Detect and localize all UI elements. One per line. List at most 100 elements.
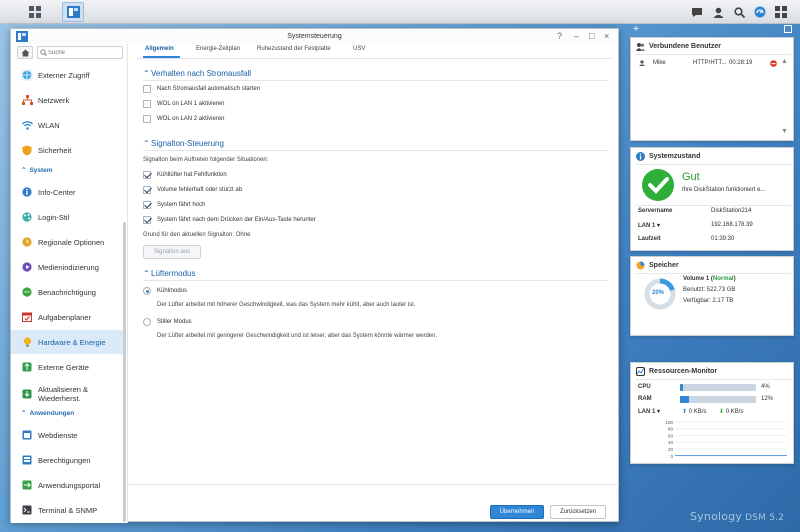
section-beep-control-header[interactable]: ⌃Signalton-Steuerung <box>143 139 224 148</box>
sidebar-item-label: Benachrichtigung <box>38 287 96 297</box>
sidebar-item-security[interactable]: Sicherheit <box>11 138 124 162</box>
widget-title: Systemzustand <box>636 152 700 161</box>
lan-selector[interactable]: LAN 1 ▾ <box>638 408 660 415</box>
sidebar-item-update-restore[interactable]: Aktualisieren & Wiederherst. <box>11 380 124 408</box>
globe-clock-icon <box>21 236 33 248</box>
minimize-button[interactable]: – <box>574 31 579 41</box>
control-panel-window: Systemsteuerung ? – □ × Externer Zugriff… <box>10 28 619 523</box>
maximize-button[interactable]: □ <box>589 31 594 41</box>
chart-tick-label: 80 <box>668 427 674 432</box>
sidebar-item-regional-options[interactable]: Regionale Optionen <box>11 230 124 254</box>
sidebar-item-label: Regionale Optionen <box>38 237 105 247</box>
user-icon <box>713 7 723 18</box>
uptime-value: 01:39:30 <box>711 236 735 242</box>
sidebar-item-external-access[interactable]: Externer Zugriff <box>11 63 124 87</box>
update-icon <box>21 388 33 400</box>
widgets-toggle-button[interactable] <box>751 3 769 21</box>
notifications-button[interactable] <box>688 3 706 21</box>
auto-restart-checkbox[interactable] <box>143 85 151 93</box>
help-button[interactable]: ? <box>557 31 562 41</box>
fan-quiet-mode-option[interactable]: Stiller Modus <box>143 318 192 326</box>
sidebar-item-network[interactable]: Netzwerk <box>11 88 124 112</box>
sidebar-item-hardware-power[interactable]: Hardware & Energie <box>11 330 124 354</box>
home-icon <box>21 49 29 56</box>
sidebar-item-label: Aufgabenplaner <box>38 312 91 322</box>
beep-startup-checkbox[interactable] <box>143 201 151 209</box>
sidebar-item-label: Info-Center <box>38 187 76 197</box>
network-icon <box>21 94 33 106</box>
control-panel-taskbar-button[interactable] <box>62 2 84 22</box>
wol-lan2-checkbox[interactable] <box>143 115 151 123</box>
widget-divider <box>635 379 791 380</box>
fan-cool-mode-radio[interactable] <box>143 287 151 295</box>
add-widget-button[interactable]: + <box>633 24 639 35</box>
connected-user-time: 00:28:19 <box>729 60 753 66</box>
beep-shutdown-checkbox[interactable] <box>143 216 151 224</box>
sidebar-section-applications[interactable]: ⌃ Anwendungen <box>21 409 74 417</box>
beep-off-button[interactable]: Signalton aus <box>143 245 201 259</box>
section-fan-mode-header[interactable]: ⌃Lüftermodus <box>143 269 195 278</box>
main-menu-button[interactable] <box>24 2 46 22</box>
window-title[interactable]: Systemsteuerung <box>11 29 618 44</box>
sidebar-item-terminal-snmp[interactable]: Terminal & SNMP <box>11 498 124 522</box>
beep-volume-crash-option[interactable]: Volume fehlerhaft oder stürzt ab <box>143 186 242 194</box>
close-button[interactable]: × <box>604 31 609 41</box>
widget-divider <box>635 164 791 165</box>
reset-button[interactable]: Zurücksetzen <box>550 505 606 519</box>
sidebar-item-info-center[interactable]: Info-Center <box>11 180 124 204</box>
fan-cool-mode-option[interactable]: Kühlmodus <box>143 287 187 295</box>
ram-value: 12% <box>761 396 774 402</box>
sidebar-item-wlan[interactable]: WLAN <box>11 113 124 137</box>
sidebar-item-application-portal[interactable]: Anwendungsportal <box>11 473 124 497</box>
sidebar-item-media-indexing[interactable]: Medienindizierung <box>11 255 124 279</box>
widget-title: Speicher <box>636 261 679 270</box>
sidebar-scrollbar[interactable] <box>123 222 126 522</box>
scroll-up-icon[interactable]: ▲ <box>781 58 788 65</box>
sidebar-item-notifications[interactable]: Benachrichtigung <box>11 280 124 304</box>
search-button[interactable] <box>730 3 748 21</box>
wol-lan1-option[interactable]: WOL on LAN 1 aktivieren <box>143 100 224 108</box>
chevron-down-icon: ⌃ <box>21 167 27 174</box>
sidebar-item-external-devices[interactable]: Externe Geräte <box>11 355 124 379</box>
user-button[interactable] <box>709 3 727 21</box>
widget-connected-users: Verbundene Benutzer Mike HTTP/HTT... 00:… <box>630 37 794 141</box>
home-button[interactable] <box>17 46 33 59</box>
sidebar-item-task-scheduler[interactable]: Aufgabenplaner <box>11 305 124 329</box>
widget-maximize-button[interactable] <box>784 25 792 33</box>
widget-resource-monitor: Ressourcen-Monitor CPU 4% RAM 12% LAN 1 … <box>630 362 794 464</box>
tab-general[interactable]: Allgemein <box>145 46 174 52</box>
shield-icon <box>21 144 33 156</box>
download-rate: ⬇ 0 KB/s <box>719 409 744 415</box>
sidebar-item-web-services[interactable]: Webdienste <box>11 423 124 447</box>
sidebar-item-permissions[interactable]: Berechtigungen <box>11 448 124 472</box>
beep-reason-text: Grund für den aktuellen Signalton: Ohne <box>143 232 251 238</box>
section-power-recovery-header[interactable]: ⌃Verhalten nach Stromausfall <box>143 69 251 78</box>
beep-fan-fail-checkbox[interactable] <box>143 171 151 179</box>
fan-quiet-mode-radio[interactable] <box>143 318 151 326</box>
portal-icon <box>21 479 33 491</box>
wol-lan1-checkbox[interactable] <box>143 100 151 108</box>
auto-restart-option[interactable]: Nach Stromausfall automatisch starten <box>143 85 260 93</box>
beep-volume-crash-checkbox[interactable] <box>143 186 151 194</box>
search-input[interactable] <box>48 48 120 58</box>
cpu-label: CPU <box>638 384 651 390</box>
widgets-grid-button[interactable] <box>772 3 790 21</box>
sidebar-section-system[interactable]: ⌃ System <box>21 166 53 174</box>
synology-logo: Synology DSM 5.2 <box>690 510 785 523</box>
search-field[interactable] <box>37 46 123 59</box>
tab-power-schedule[interactable]: Energie-Zeitplan <box>196 46 240 52</box>
chat-bubble-icon <box>692 7 702 17</box>
tab-hdd-hibernation[interactable]: Ruhezustand der Festplatte <box>257 46 331 52</box>
chart-tick-label: 100 <box>665 420 673 425</box>
lan-selector[interactable]: LAN 1 ▾ <box>638 222 660 229</box>
beep-shutdown-option[interactable]: System fährt nach dem Drücken der Ein/Au… <box>143 216 316 224</box>
sidebar-item-login-style[interactable]: Login-Stil <box>11 205 124 229</box>
scroll-down-icon[interactable]: ▼ <box>781 128 788 135</box>
apply-button[interactable]: Übernehmen <box>490 505 544 519</box>
connected-user-name: Mike <box>653 60 666 66</box>
beep-fan-fail-option[interactable]: Kühllüfter hat Fehlfunktion <box>143 171 227 179</box>
tab-ups[interactable]: USV <box>353 46 365 52</box>
beep-startup-option[interactable]: System fährt hoch <box>143 201 205 209</box>
kick-user-icon[interactable] <box>770 60 777 67</box>
wol-lan2-option[interactable]: WOL on LAN 2 aktivieren <box>143 115 224 123</box>
